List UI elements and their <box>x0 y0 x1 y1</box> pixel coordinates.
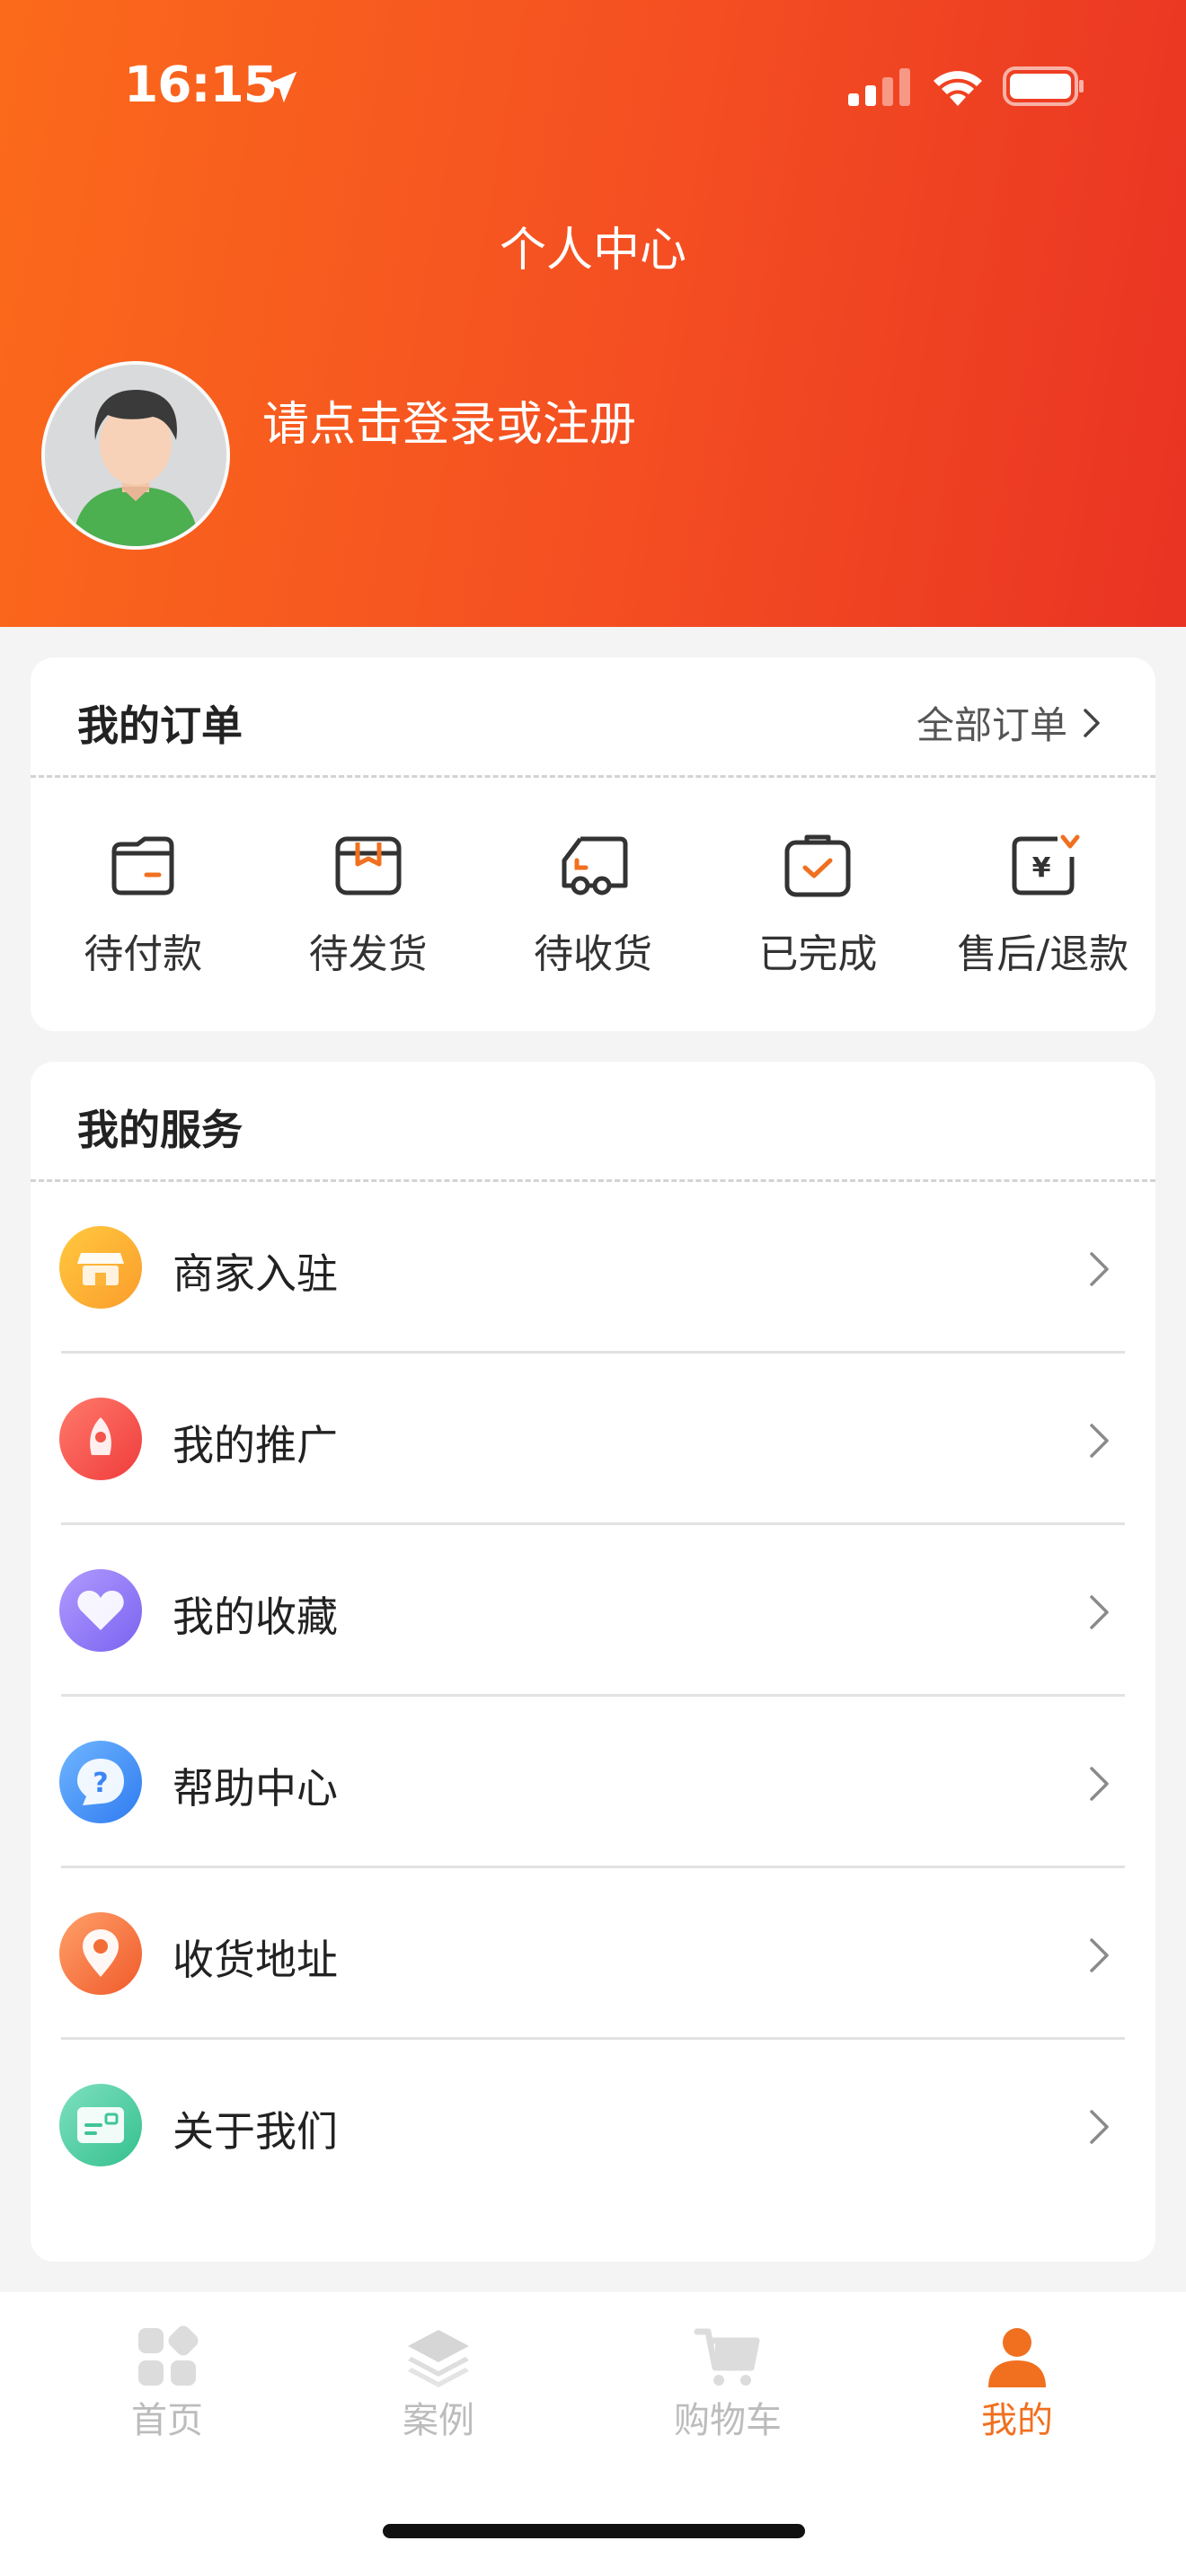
package-box-icon <box>335 836 402 895</box>
wifi-icon <box>934 71 982 106</box>
login-register-link[interactable]: 请点击登录或注册 <box>262 386 636 454</box>
tab-label: 我的 <box>981 2400 1053 2441</box>
chevron-right-icon <box>1090 2110 1109 2144</box>
services-card-header: 我的服务 <box>31 1062 1155 1182</box>
tab-mine[interactable]: 我的 <box>927 2325 1107 2443</box>
order-label: 售后/退款 <box>957 931 1129 977</box>
my-services-card: 我的服务 商家入驻 我的推广 我的收藏 ? 帮助中心 收货地址 关于我们 <box>31 1062 1155 2262</box>
tab-label: 购物车 <box>674 2400 782 2441</box>
profile-page: 16:15 个人中心 请点击登录或注册 我的订单 全部订单 待付款 待发货 待收… <box>0 0 1186 2576</box>
order-pending-receipt[interactable]: 待收货 <box>481 778 705 1031</box>
home-indicator <box>383 2524 805 2538</box>
service-label: 收货地址 <box>173 1936 338 1984</box>
chevron-right-icon <box>1090 1252 1109 1286</box>
avatar[interactable] <box>41 361 230 550</box>
order-pending-payment[interactable]: 待付款 <box>31 778 255 1031</box>
service-label: 关于我们 <box>173 2107 338 2156</box>
chevron-right-icon <box>1090 1938 1109 1972</box>
status-time: 16:15 <box>124 56 278 113</box>
orders-card-header: 我的订单 全部订单 <box>31 657 1155 778</box>
tab-label: 首页 <box>131 2400 203 2441</box>
service-my-promotion[interactable]: 我的推广 <box>31 1354 1155 1525</box>
tab-cases[interactable]: 案例 <box>349 2325 528 2443</box>
all-orders-label: 全部订单 <box>916 703 1067 747</box>
info-card-icon <box>59 2084 142 2166</box>
status-bar: 16:15 <box>0 0 1186 180</box>
orders-title: 我的订单 <box>77 701 243 750</box>
profile-header: 16:15 个人中心 请点击登录或注册 <box>0 0 1186 627</box>
svg-text:¥: ¥ <box>1031 852 1050 884</box>
order-label: 待收货 <box>533 931 652 977</box>
page-title: 个人中心 <box>499 224 686 278</box>
svg-text:?: ? <box>93 1768 108 1799</box>
service-about-us[interactable]: 关于我们 <box>31 2040 1155 2211</box>
service-label: 我的收藏 <box>173 1592 338 1641</box>
order-label: 已完成 <box>758 931 878 977</box>
order-status-row: 待付款 待发货 待收货 已完成 ¥ 售后/退款 <box>31 778 1155 1031</box>
chevron-right-icon <box>1090 1595 1109 1629</box>
cellular-signal-icon <box>848 68 910 106</box>
layers-icon <box>408 2330 469 2387</box>
service-shipping-address[interactable]: 收货地址 <box>31 1868 1155 2040</box>
services-title: 我的服务 <box>77 1106 243 1154</box>
shop-icon <box>59 1226 142 1309</box>
order-label: 待发货 <box>308 931 428 977</box>
tab-home[interactable]: 首页 <box>77 2325 257 2443</box>
cart-icon <box>694 2328 760 2386</box>
promotion-icon <box>59 1398 142 1480</box>
order-completed[interactable]: 已完成 <box>705 778 930 1031</box>
tab-cart[interactable]: 购物车 <box>638 2325 818 2443</box>
service-my-favorites[interactable]: 我的收藏 <box>31 1525 1155 1697</box>
truck-icon <box>562 836 628 895</box>
clipboard-check-icon <box>784 834 851 897</box>
chevron-right-icon <box>1090 1767 1109 1801</box>
battery-icon <box>1003 66 1084 106</box>
yen-refund-icon: ¥ <box>1012 834 1080 895</box>
chevron-right-icon <box>1084 708 1100 737</box>
order-label: 待付款 <box>84 931 203 977</box>
all-orders-link[interactable]: 全部订单 <box>916 695 1105 750</box>
order-after-sales-refund[interactable]: ¥ 售后/退款 <box>931 778 1155 1031</box>
order-pending-shipment[interactable]: 待发货 <box>255 778 480 1031</box>
service-help-center[interactable]: ? 帮助中心 <box>31 1697 1155 1868</box>
service-label: 我的推广 <box>173 1421 338 1469</box>
service-merchant-join[interactable]: 商家入驻 <box>31 1182 1155 1354</box>
help-question-icon: ? <box>59 1741 142 1823</box>
my-orders-card: 我的订单 全部订单 待付款 待发货 待收货 已完成 ¥ 售后/退款 <box>31 657 1155 1031</box>
service-list: 商家入驻 我的推广 我的收藏 ? 帮助中心 收货地址 关于我们 <box>31 1182 1155 2211</box>
heart-icon <box>59 1569 142 1652</box>
location-pin-icon <box>59 1912 142 1995</box>
location-arrow-icon <box>265 71 297 103</box>
tab-label: 案例 <box>403 2400 474 2441</box>
default-avatar-icon <box>45 365 226 546</box>
user-icon <box>988 2328 1046 2387</box>
grid-home-icon <box>138 2325 199 2386</box>
wallet-icon <box>111 836 174 895</box>
service-label: 帮助中心 <box>173 1764 338 1813</box>
service-label: 商家入驻 <box>173 1249 338 1298</box>
chevron-right-icon <box>1090 1424 1109 1458</box>
